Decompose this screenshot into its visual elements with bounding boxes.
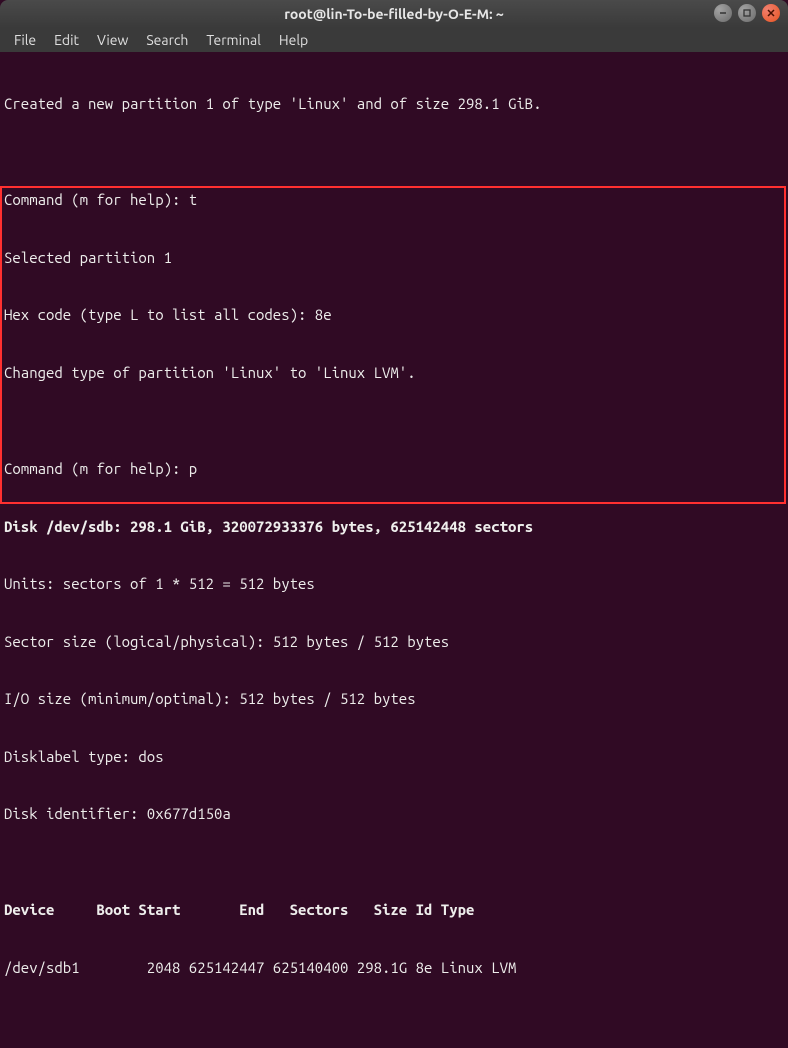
window-controls	[714, 4, 780, 22]
menu-search[interactable]: Search	[138, 30, 196, 50]
terminal-line: Disk identifier: 0x677d150a	[4, 804, 784, 823]
minimize-button[interactable]	[714, 4, 732, 22]
terminal-line: Changed type of partition 'Linux' to 'Li…	[4, 363, 784, 382]
window-title: root@lin-To-be-filled-by-O-E-M: ~	[284, 6, 504, 22]
menu-terminal[interactable]: Terminal	[198, 30, 269, 50]
menu-file[interactable]: File	[6, 30, 44, 50]
terminal-line: Disk /dev/sdb: 298.1 GiB, 320072933376 b…	[4, 517, 784, 536]
window-titlebar: root@lin-To-be-filled-by-O-E-M: ~	[0, 0, 788, 28]
menu-bar: File Edit View Search Terminal Help	[0, 28, 788, 52]
terminal-line: Created a new partition 1 of type 'Linux…	[4, 94, 784, 113]
terminal-line: Sector size (logical/physical): 512 byte…	[4, 632, 784, 651]
menu-edit[interactable]: Edit	[46, 30, 87, 50]
terminal-area[interactable]: Created a new partition 1 of type 'Linux…	[0, 52, 788, 1048]
annotation-highlight	[0, 186, 786, 504]
terminal-line: Command (m for help): t	[4, 190, 784, 209]
terminal-line: Units: sectors of 1 * 512 = 512 bytes	[4, 574, 784, 593]
terminal-line: Selected partition 1	[4, 248, 784, 267]
terminal-line: /dev/sdb1 2048 625142447 625140400 298.1…	[4, 958, 784, 977]
menu-view[interactable]: View	[89, 30, 136, 50]
maximize-button[interactable]	[738, 4, 756, 22]
terminal-line: Hex code (type L to list all codes): 8e	[4, 305, 784, 324]
terminal-line: Disklabel type: dos	[4, 747, 784, 766]
close-button[interactable]	[762, 4, 780, 22]
terminal-line: Command (m for help): p	[4, 459, 784, 478]
terminal-line: Device Boot Start End Sectors Size Id Ty…	[4, 900, 784, 919]
menu-help[interactable]: Help	[271, 30, 316, 50]
terminal-line: I/O size (minimum/optimal): 512 bytes / …	[4, 689, 784, 708]
